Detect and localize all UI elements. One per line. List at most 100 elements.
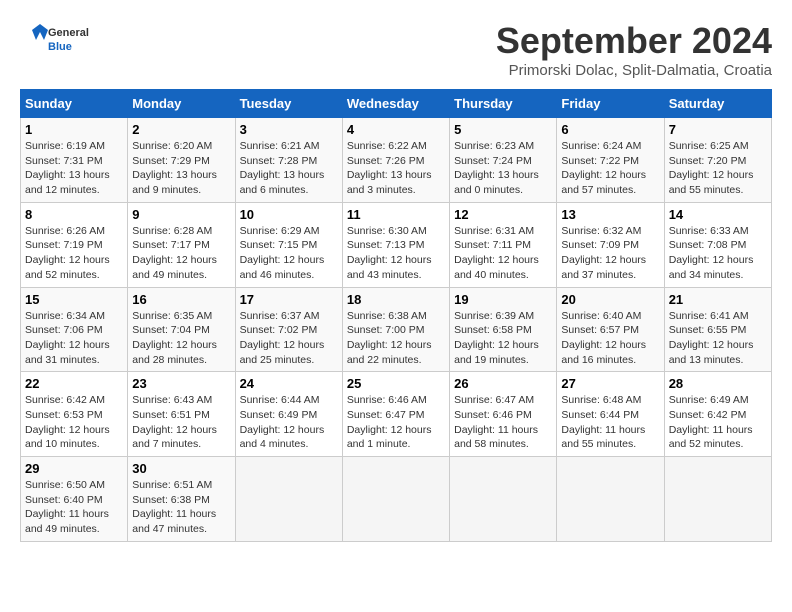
day-number: 2: [132, 122, 230, 137]
calendar-cell: 18 Sunrise: 6:38 AMSunset: 7:00 PMDaylig…: [342, 287, 449, 372]
calendar-cell: 29 Sunrise: 6:50 AMSunset: 6:40 PMDaylig…: [21, 457, 128, 542]
calendar-cell: 28 Sunrise: 6:49 AMSunset: 6:42 PMDaylig…: [664, 372, 771, 457]
calendar-week-row: 8 Sunrise: 6:26 AMSunset: 7:19 PMDayligh…: [21, 202, 772, 287]
day-info: Sunrise: 6:33 AMSunset: 7:08 PMDaylight:…: [669, 224, 767, 283]
day-info: Sunrise: 6:30 AMSunset: 7:13 PMDaylight:…: [347, 224, 445, 283]
calendar-week-row: 1 Sunrise: 6:19 AMSunset: 7:31 PMDayligh…: [21, 118, 772, 203]
calendar-cell: 11 Sunrise: 6:30 AMSunset: 7:13 PMDaylig…: [342, 202, 449, 287]
day-info: Sunrise: 6:39 AMSunset: 6:58 PMDaylight:…: [454, 309, 552, 368]
day-info: Sunrise: 6:48 AMSunset: 6:44 PMDaylight:…: [561, 393, 659, 452]
weekday-header: Sunday: [21, 90, 128, 118]
calendar-cell: 1 Sunrise: 6:19 AMSunset: 7:31 PMDayligh…: [21, 118, 128, 203]
day-info: Sunrise: 6:20 AMSunset: 7:29 PMDaylight:…: [132, 139, 230, 198]
day-number: 3: [240, 122, 338, 137]
calendar-cell: 3 Sunrise: 6:21 AMSunset: 7:28 PMDayligh…: [235, 118, 342, 203]
calendar-week-row: 22 Sunrise: 6:42 AMSunset: 6:53 PMDaylig…: [21, 372, 772, 457]
day-number: 6: [561, 122, 659, 137]
day-info: Sunrise: 6:44 AMSunset: 6:49 PMDaylight:…: [240, 393, 338, 452]
calendar-cell: 16 Sunrise: 6:35 AMSunset: 7:04 PMDaylig…: [128, 287, 235, 372]
day-number: 30: [132, 461, 230, 476]
day-info: Sunrise: 6:43 AMSunset: 6:51 PMDaylight:…: [132, 393, 230, 452]
page-header: General Blue September 2024 Primorski Do…: [20, 20, 772, 79]
weekday-header: Thursday: [450, 90, 557, 118]
logo-icon: General Blue: [20, 20, 100, 60]
day-info: Sunrise: 6:35 AMSunset: 7:04 PMDaylight:…: [132, 309, 230, 368]
day-info: Sunrise: 6:42 AMSunset: 6:53 PMDaylight:…: [25, 393, 123, 452]
day-info: Sunrise: 6:51 AMSunset: 6:38 PMDaylight:…: [132, 478, 230, 537]
day-number: 9: [132, 207, 230, 222]
day-info: Sunrise: 6:41 AMSunset: 6:55 PMDaylight:…: [669, 309, 767, 368]
calendar-cell: 20 Sunrise: 6:40 AMSunset: 6:57 PMDaylig…: [557, 287, 664, 372]
day-info: Sunrise: 6:23 AMSunset: 7:24 PMDaylight:…: [454, 139, 552, 198]
weekday-header: Saturday: [664, 90, 771, 118]
calendar-cell: 25 Sunrise: 6:46 AMSunset: 6:47 PMDaylig…: [342, 372, 449, 457]
calendar-cell: 9 Sunrise: 6:28 AMSunset: 7:17 PMDayligh…: [128, 202, 235, 287]
day-number: 29: [25, 461, 123, 476]
day-number: 22: [25, 376, 123, 391]
day-number: 4: [347, 122, 445, 137]
day-number: 14: [669, 207, 767, 222]
day-number: 20: [561, 292, 659, 307]
day-number: 8: [25, 207, 123, 222]
calendar-cell: 26 Sunrise: 6:47 AMSunset: 6:46 PMDaylig…: [450, 372, 557, 457]
weekday-header: Wednesday: [342, 90, 449, 118]
day-number: 7: [669, 122, 767, 137]
day-number: 27: [561, 376, 659, 391]
calendar-cell: [235, 457, 342, 542]
calendar-cell: 5 Sunrise: 6:23 AMSunset: 7:24 PMDayligh…: [450, 118, 557, 203]
calendar-week-row: 29 Sunrise: 6:50 AMSunset: 6:40 PMDaylig…: [21, 457, 772, 542]
calendar-cell: 6 Sunrise: 6:24 AMSunset: 7:22 PMDayligh…: [557, 118, 664, 203]
day-info: Sunrise: 6:37 AMSunset: 7:02 PMDaylight:…: [240, 309, 338, 368]
calendar-cell: 7 Sunrise: 6:25 AMSunset: 7:20 PMDayligh…: [664, 118, 771, 203]
day-number: 19: [454, 292, 552, 307]
day-info: Sunrise: 6:29 AMSunset: 7:15 PMDaylight:…: [240, 224, 338, 283]
logo: General Blue: [20, 20, 100, 60]
weekday-header: Monday: [128, 90, 235, 118]
day-number: 13: [561, 207, 659, 222]
day-info: Sunrise: 6:26 AMSunset: 7:19 PMDaylight:…: [25, 224, 123, 283]
day-info: Sunrise: 6:19 AMSunset: 7:31 PMDaylight:…: [25, 139, 123, 198]
day-info: Sunrise: 6:24 AMSunset: 7:22 PMDaylight:…: [561, 139, 659, 198]
calendar-cell: 8 Sunrise: 6:26 AMSunset: 7:19 PMDayligh…: [21, 202, 128, 287]
day-number: 21: [669, 292, 767, 307]
day-number: 18: [347, 292, 445, 307]
calendar-table: SundayMondayTuesdayWednesdayThursdayFrid…: [20, 89, 772, 542]
day-number: 15: [25, 292, 123, 307]
calendar-cell: 12 Sunrise: 6:31 AMSunset: 7:11 PMDaylig…: [450, 202, 557, 287]
day-number: 24: [240, 376, 338, 391]
calendar-cell: 30 Sunrise: 6:51 AMSunset: 6:38 PMDaylig…: [128, 457, 235, 542]
calendar-cell: 22 Sunrise: 6:42 AMSunset: 6:53 PMDaylig…: [21, 372, 128, 457]
day-info: Sunrise: 6:25 AMSunset: 7:20 PMDaylight:…: [669, 139, 767, 198]
day-number: 11: [347, 207, 445, 222]
day-info: Sunrise: 6:22 AMSunset: 7:26 PMDaylight:…: [347, 139, 445, 198]
day-number: 28: [669, 376, 767, 391]
day-info: Sunrise: 6:38 AMSunset: 7:00 PMDaylight:…: [347, 309, 445, 368]
day-info: Sunrise: 6:34 AMSunset: 7:06 PMDaylight:…: [25, 309, 123, 368]
calendar-cell: 27 Sunrise: 6:48 AMSunset: 6:44 PMDaylig…: [557, 372, 664, 457]
day-info: Sunrise: 6:47 AMSunset: 6:46 PMDaylight:…: [454, 393, 552, 452]
day-info: Sunrise: 6:40 AMSunset: 6:57 PMDaylight:…: [561, 309, 659, 368]
title-area: September 2024 Primorski Dolac, Split-Da…: [496, 20, 772, 79]
day-info: Sunrise: 6:28 AMSunset: 7:17 PMDaylight:…: [132, 224, 230, 283]
location-title: Primorski Dolac, Split-Dalmatia, Croatia: [496, 62, 772, 79]
calendar-cell: 2 Sunrise: 6:20 AMSunset: 7:29 PMDayligh…: [128, 118, 235, 203]
day-number: 5: [454, 122, 552, 137]
calendar-cell: 19 Sunrise: 6:39 AMSunset: 6:58 PMDaylig…: [450, 287, 557, 372]
day-info: Sunrise: 6:46 AMSunset: 6:47 PMDaylight:…: [347, 393, 445, 452]
calendar-cell: 15 Sunrise: 6:34 AMSunset: 7:06 PMDaylig…: [21, 287, 128, 372]
svg-text:Blue: Blue: [48, 41, 72, 53]
calendar-cell: 14 Sunrise: 6:33 AMSunset: 7:08 PMDaylig…: [664, 202, 771, 287]
day-number: 1: [25, 122, 123, 137]
day-number: 23: [132, 376, 230, 391]
day-info: Sunrise: 6:21 AMSunset: 7:28 PMDaylight:…: [240, 139, 338, 198]
calendar-cell: 21 Sunrise: 6:41 AMSunset: 6:55 PMDaylig…: [664, 287, 771, 372]
day-info: Sunrise: 6:31 AMSunset: 7:11 PMDaylight:…: [454, 224, 552, 283]
weekday-header: Tuesday: [235, 90, 342, 118]
day-number: 16: [132, 292, 230, 307]
calendar-cell: [557, 457, 664, 542]
calendar-cell: 13 Sunrise: 6:32 AMSunset: 7:09 PMDaylig…: [557, 202, 664, 287]
calendar-cell: 17 Sunrise: 6:37 AMSunset: 7:02 PMDaylig…: [235, 287, 342, 372]
weekday-header: Friday: [557, 90, 664, 118]
calendar-cell: 10 Sunrise: 6:29 AMSunset: 7:15 PMDaylig…: [235, 202, 342, 287]
day-number: 12: [454, 207, 552, 222]
